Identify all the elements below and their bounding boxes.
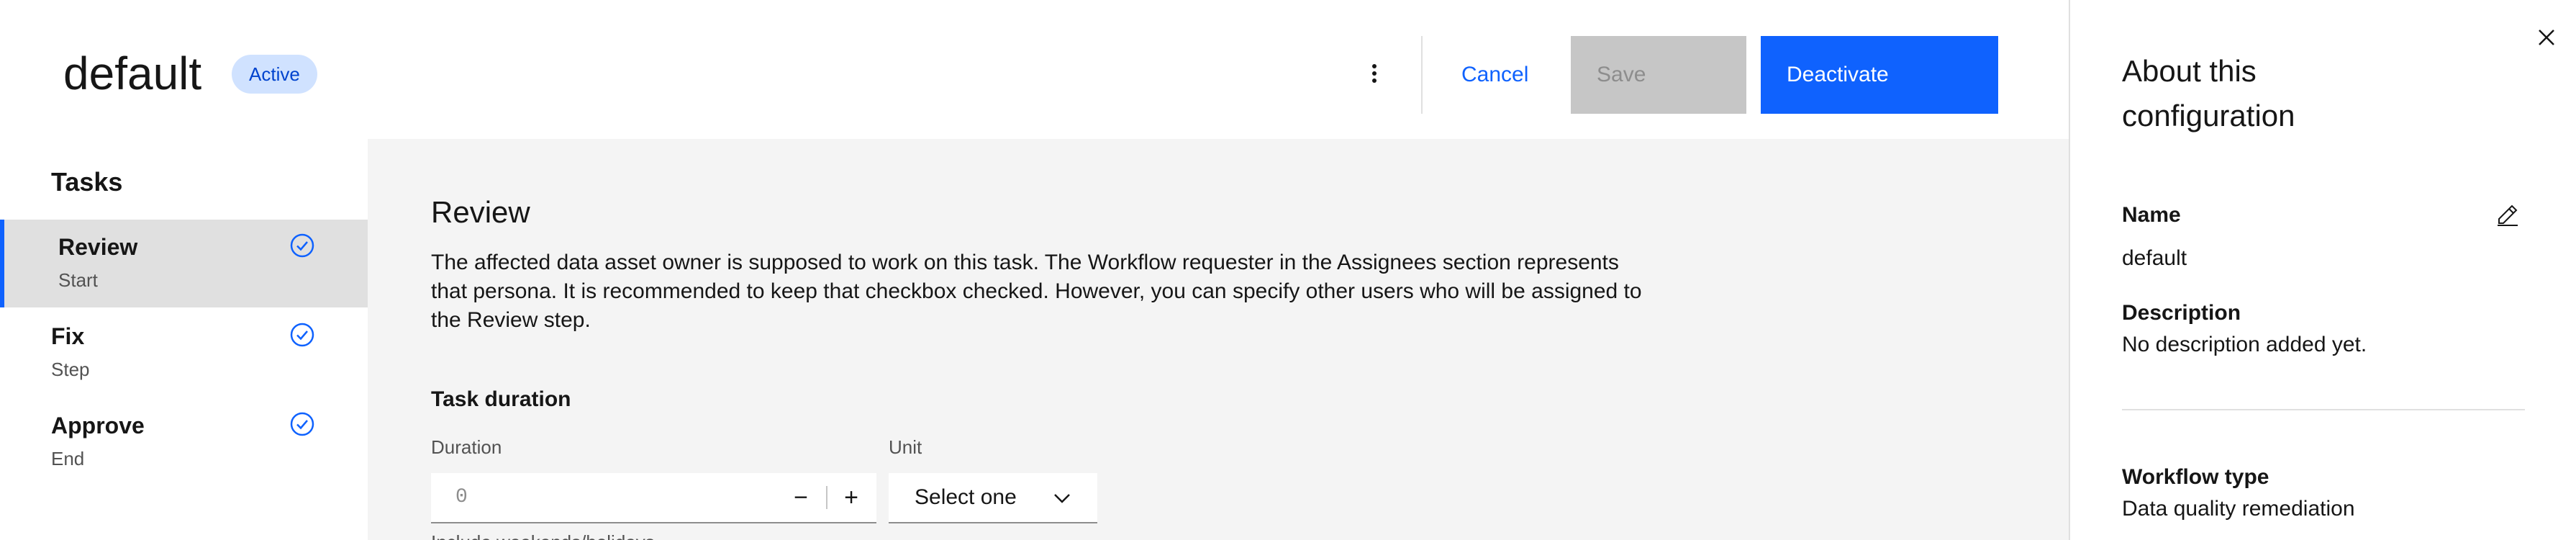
increment-button[interactable]: + <box>826 473 876 522</box>
status-badge: Active <box>232 55 317 94</box>
checkmark-outline-icon <box>290 233 314 258</box>
task-duration-heading: Task duration <box>431 387 571 411</box>
page-header: default Active Cancel Save Deactivate <box>0 0 2069 139</box>
unit-select-value: Select one <box>915 485 1017 509</box>
description-value: No description added yet. <box>2122 333 2367 356</box>
task-name: Approve <box>51 413 145 438</box>
overflow-menu-button[interactable] <box>1356 45 1392 102</box>
save-button[interactable]: Save <box>1571 36 1746 114</box>
task-item-review[interactable]: Review Start <box>0 220 368 307</box>
task-name: Fix <box>51 323 85 349</box>
workflow-type-label: Workflow type <box>2122 465 2269 489</box>
name-label: Name <box>2122 203 2181 227</box>
cancel-button[interactable]: Cancel <box>1436 36 1565 114</box>
duration-stepper[interactable]: 0 − + <box>431 473 876 523</box>
description-label: Description <box>2122 301 2241 325</box>
task-item-fix[interactable]: Fix Step <box>0 309 368 397</box>
edit-icon[interactable] <box>2495 202 2521 228</box>
task-name: Review <box>58 234 138 260</box>
page-title: default <box>63 48 202 99</box>
duration-value: 0 <box>455 486 468 508</box>
checkmark-outline-icon <box>290 323 314 347</box>
task-subtitle: End <box>51 448 85 469</box>
name-value: default <box>2122 246 2187 270</box>
section-description: The affected data asset owner is suppose… <box>431 251 1642 332</box>
panel-divider <box>2122 409 2525 410</box>
chevron-down-icon <box>1054 494 1070 503</box>
duration-label: Duration <box>431 436 502 458</box>
task-detail-panel: Review The affected data asset owner is … <box>368 139 2258 540</box>
deactivate-button[interactable]: Deactivate <box>1761 36 1998 114</box>
sidebar-heading: Tasks <box>51 167 123 197</box>
section-title: Review <box>431 195 530 229</box>
unit-label: Unit <box>889 436 922 458</box>
workflow-type-value: Data quality remediation <box>2122 497 2355 521</box>
header-divider <box>1421 36 1423 114</box>
include-weekends-text: Include weekends/holidays <box>431 531 655 540</box>
overflow-menu-vertical-icon <box>1372 64 1377 83</box>
about-configuration-panel: About this configuration Name default De… <box>2069 0 2576 540</box>
task-subtitle: Start <box>58 269 98 291</box>
task-subtitle: Step <box>51 359 90 380</box>
panel-title: About this configuration <box>2122 54 2295 132</box>
checkmark-outline-icon <box>290 412 314 436</box>
unit-select[interactable]: Select one <box>889 473 1097 523</box>
decrement-button[interactable]: − <box>776 473 826 522</box>
task-item-approve[interactable]: Approve End <box>0 398 368 486</box>
tasks-sidebar: Tasks Review Start Fix Step Approve End <box>0 139 368 540</box>
close-icon[interactable] <box>2531 22 2562 53</box>
